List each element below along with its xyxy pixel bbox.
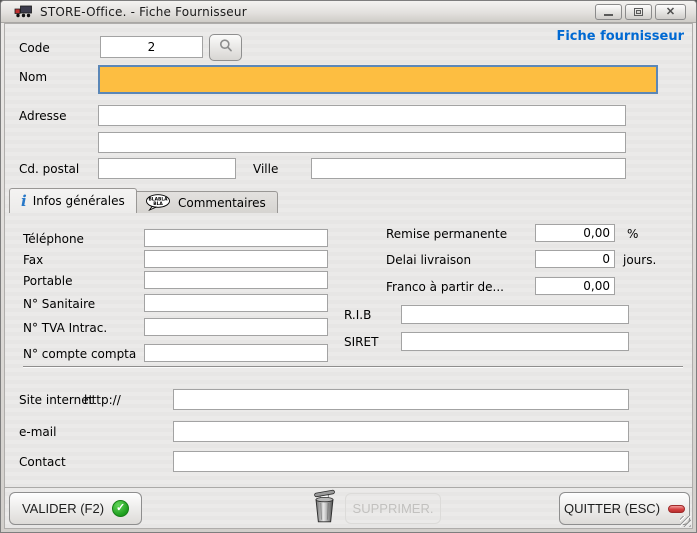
speech-bubble-icon: BLABLA BLA bbox=[145, 194, 172, 211]
search-icon bbox=[218, 38, 234, 57]
code-label: Code bbox=[19, 41, 50, 55]
code-input[interactable] bbox=[100, 36, 203, 58]
franco-input[interactable] bbox=[535, 277, 615, 295]
site-internet-label: Site internet bbox=[19, 393, 93, 407]
remise-suffix: % bbox=[627, 227, 638, 241]
adresse-line1-input[interactable] bbox=[98, 105, 626, 126]
title-bar[interactable]: STORE-Office. - Fiche Fournisseur ✕ bbox=[1, 1, 696, 23]
app-window: STORE-Office. - Fiche Fournisseur ✕ Fich… bbox=[0, 0, 697, 533]
quitter-button-label: QUITTER (ESC) bbox=[564, 501, 660, 516]
siret-label: SIRET bbox=[344, 335, 378, 349]
tab-infos-label: Infos générales bbox=[33, 194, 125, 208]
rib-label: R.I.B bbox=[344, 308, 371, 322]
quitter-button[interactable]: QUITTER (ESC) bbox=[559, 492, 690, 525]
valider-button-label: VALIDER (F2) bbox=[22, 501, 104, 516]
maximize-button[interactable] bbox=[625, 4, 652, 20]
window-controls: ✕ bbox=[595, 4, 686, 20]
compte-compta-label: N° compte compta bbox=[23, 347, 136, 361]
fax-input[interactable] bbox=[144, 250, 328, 268]
portable-input[interactable] bbox=[144, 271, 328, 289]
resize-grip[interactable] bbox=[680, 516, 691, 527]
minimize-icon bbox=[604, 14, 613, 16]
supprimer-button[interactable]: SUPPRIMER. bbox=[345, 493, 441, 524]
siret-input[interactable] bbox=[401, 332, 629, 351]
tva-intrac-input[interactable] bbox=[144, 318, 328, 336]
fax-label: Fax bbox=[23, 253, 43, 267]
tab-commentaires[interactable]: BLABLA BLA Commentaires bbox=[133, 191, 278, 213]
franco-label: Franco à partir de... bbox=[386, 280, 504, 294]
close-button[interactable]: ✕ bbox=[655, 4, 686, 20]
portable-label: Portable bbox=[23, 274, 72, 288]
sanitaire-label: N° Sanitaire bbox=[23, 297, 95, 311]
adresse-label: Adresse bbox=[19, 109, 67, 123]
cd-postal-label: Cd. postal bbox=[19, 162, 79, 176]
ville-input[interactable] bbox=[311, 158, 626, 179]
tab-commentaires-label: Commentaires bbox=[178, 196, 266, 210]
valider-button[interactable]: VALIDER (F2) ✓ bbox=[9, 492, 142, 525]
delai-label: Delai livraison bbox=[386, 253, 471, 267]
email-label: e-mail bbox=[19, 425, 56, 439]
ville-label: Ville bbox=[253, 162, 278, 176]
nom-label: Nom bbox=[19, 70, 47, 84]
close-icon: ✕ bbox=[666, 7, 675, 18]
check-icon: ✓ bbox=[112, 500, 129, 517]
telephone-label: Téléphone bbox=[23, 232, 84, 246]
nom-input[interactable] bbox=[98, 65, 658, 94]
supprimer-button-label: SUPPRIMER. bbox=[353, 501, 434, 516]
adresse-line2-input[interactable] bbox=[98, 132, 626, 153]
telephone-input[interactable] bbox=[144, 229, 328, 247]
trash-icon bbox=[306, 489, 343, 525]
site-internet-input[interactable] bbox=[173, 389, 629, 410]
tab-infos-generales[interactable]: i Infos générales bbox=[9, 188, 137, 213]
rib-input[interactable] bbox=[401, 305, 629, 324]
truck-app-icon bbox=[14, 5, 32, 18]
page-title: Fiche fournisseur bbox=[556, 29, 684, 44]
compte-compta-input[interactable] bbox=[144, 344, 328, 362]
cd-postal-input[interactable] bbox=[98, 158, 236, 179]
http-prefix-label: http:// bbox=[84, 393, 121, 407]
section-divider bbox=[23, 366, 683, 368]
search-supplier-button[interactable] bbox=[209, 34, 242, 61]
delai-input[interactable] bbox=[535, 250, 615, 268]
email-input[interactable] bbox=[173, 421, 629, 442]
minimize-button[interactable] bbox=[595, 4, 622, 20]
svg-text:BLA: BLA bbox=[153, 201, 163, 207]
contact-input[interactable] bbox=[173, 451, 629, 472]
sanitaire-input[interactable] bbox=[144, 294, 328, 312]
delai-suffix: jours. bbox=[623, 253, 656, 267]
footer-divider bbox=[4, 487, 693, 488]
info-icon: i bbox=[21, 194, 27, 209]
exit-pill-icon bbox=[668, 505, 685, 513]
maximize-icon bbox=[634, 8, 643, 16]
window-title: STORE-Office. - Fiche Fournisseur bbox=[40, 5, 247, 19]
remise-label: Remise permanente bbox=[386, 227, 507, 241]
tva-intrac-label: N° TVA Intrac. bbox=[23, 321, 107, 335]
remise-input[interactable] bbox=[535, 224, 615, 242]
contact-label: Contact bbox=[19, 455, 66, 469]
